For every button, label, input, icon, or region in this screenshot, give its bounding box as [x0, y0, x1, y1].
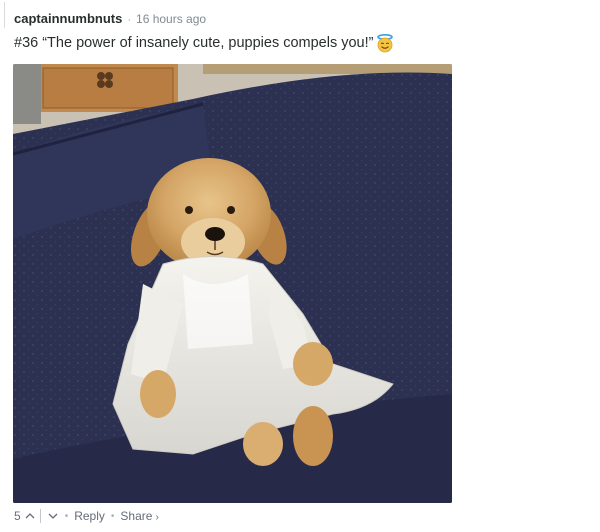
comment-body: #36 “The power of insanely cute, puppies… — [14, 33, 395, 53]
thread-indent-rule — [4, 2, 5, 28]
share-chevron-right-icon: › — [155, 512, 159, 523]
action-separator: • — [64, 510, 69, 522]
vote-divider — [39, 509, 41, 523]
author-name-link[interactable]: captainnumbnuts — [14, 11, 122, 26]
meta-separator: · — [127, 14, 132, 26]
comment-text: #36 “The power of insanely cute, puppies… — [14, 35, 374, 51]
comment-actions: 5 • Reply • Share › — [14, 509, 159, 523]
timestamp-link[interactable]: 16 hours ago — [136, 12, 206, 26]
share-button[interactable]: Share › — [120, 509, 158, 523]
reply-button[interactable]: Reply — [74, 509, 105, 523]
share-label: Share — [120, 509, 153, 523]
comment-header: captainnumbnuts · 16 hours ago — [14, 11, 206, 26]
puppy-photo[interactable] — [13, 64, 452, 503]
smiling-face-with-halo-icon — [375, 33, 395, 53]
upvote-count: 5 — [14, 509, 21, 523]
comment-card: captainnumbnuts · 16 hours ago #36 “The po… — [0, 0, 600, 532]
downvote-chevron-down-icon[interactable] — [47, 509, 59, 523]
upvote-chevron-up-icon[interactable] — [24, 509, 36, 523]
action-separator: • — [110, 510, 115, 522]
